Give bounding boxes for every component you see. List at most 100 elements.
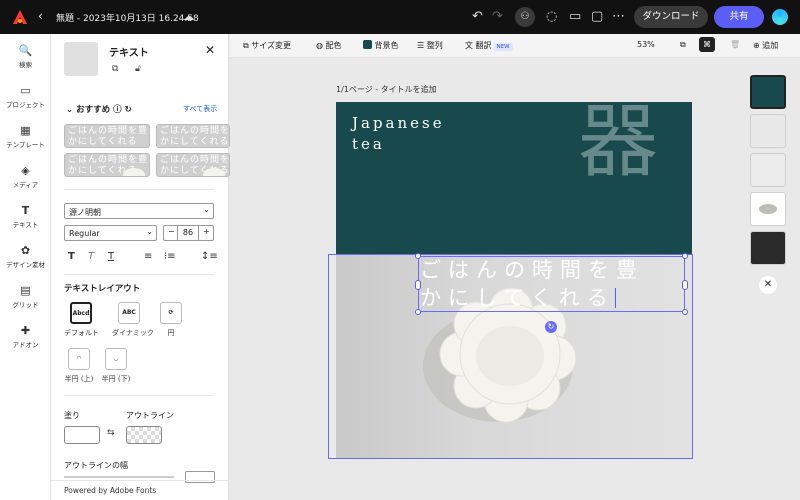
more-icon[interactable]: ⋯ <box>612 9 625 24</box>
color-swatch-icon <box>363 40 372 49</box>
page-thumbnail[interactable] <box>750 192 786 226</box>
minus-icon[interactable]: − <box>168 227 175 236</box>
layout-dynamic[interactable]: ABC ダイナミック <box>112 302 154 338</box>
rotate-icon[interactable]: ↻ <box>545 321 557 333</box>
close-icon[interactable]: ✕ <box>205 43 215 57</box>
close-icon[interactable]: ✕ <box>759 276 777 294</box>
plus-icon[interactable]: + <box>203 227 210 236</box>
add-icon: ⊕ <box>753 41 760 50</box>
recommend-header[interactable]: ⌄ おすすめ ⓘ ↻ <box>66 103 132 115</box>
add-button[interactable]: ⊕ 追加 <box>753 40 778 51</box>
shapes-icon: ✿ <box>20 244 31 257</box>
text-selection-box[interactable] <box>418 256 685 312</box>
rail-search[interactable]: 🔍 検索 <box>0 44 51 69</box>
chevron-down-icon: ⌄ <box>66 105 74 115</box>
rail-projects[interactable]: ▭ プロジェクト <box>0 84 51 109</box>
comment-icon[interactable]: ▭ <box>569 9 581 24</box>
layout-half-circle-top[interactable]: ◠ 半円 (上) <box>62 348 96 384</box>
fill-swatch[interactable] <box>64 426 100 444</box>
outline-width-label: アウトラインの幅 <box>64 461 128 470</box>
page-thumbnail[interactable] <box>750 231 786 265</box>
resize-handle[interactable] <box>682 253 688 259</box>
text-style-tile[interactable]: ごはんの時間を豊かにしてくれる <box>64 153 150 177</box>
folder-icon: ▭ <box>20 84 31 97</box>
user-avatar[interactable] <box>772 9 788 25</box>
top-bar: ‹ 無題 - 2023年10月13日 16.24.58 ☁ ↶ ↷ ⚇ ◌ ▭ … <box>0 0 800 34</box>
media-icon: ◈ <box>21 164 30 177</box>
duplicate-icon[interactable]: ⧉ <box>112 64 118 74</box>
heading-japanese-tea[interactable]: Japanese tea <box>352 113 445 155</box>
resize-handle[interactable] <box>415 309 421 315</box>
text-panel: テキスト ✕ ⧉ 🔓︎ ⌄ おすすめ ⓘ ↻ すべて表示 ごはんの時間を豊 かにし… <box>51 34 230 500</box>
resize-handle[interactable] <box>682 280 688 290</box>
text-underline-icon[interactable]: T <box>108 251 114 262</box>
font-weight-select[interactable]: Regular ⌄ <box>64 225 157 241</box>
trash-icon[interactable]: 🗑︎ <box>730 40 740 49</box>
page-thumbnail[interactable] <box>750 75 786 109</box>
template-icon: ▦ <box>20 124 31 137</box>
lock-icon[interactable]: 🔓︎ <box>135 64 141 74</box>
text-thumbnail <box>64 42 98 76</box>
resize-button[interactable]: ⧉ サイズ変更 <box>243 40 291 51</box>
text-italic-icon[interactable]: T <box>88 251 94 262</box>
share-button[interactable]: 共有 <box>714 6 764 28</box>
page-breadcrumb[interactable]: 1/1ページ - タイトルを追加 <box>336 84 437 95</box>
rail-design-elements[interactable]: ✿ デザイン素材 <box>0 244 51 269</box>
layout-circle[interactable]: ⟳ 円 <box>154 302 188 338</box>
resize-handle[interactable] <box>415 253 421 259</box>
see-all-link[interactable]: すべて表示 <box>183 104 217 114</box>
rail-addons[interactable]: ✚ アドオン <box>0 324 51 349</box>
rail-media[interactable]: ◈ メディア <box>0 164 51 189</box>
search-icon: 🔍 <box>18 44 33 57</box>
line-spacing-icon[interactable]: ↕≡ <box>201 251 218 262</box>
layout-default[interactable]: Abcd デフォルト <box>64 302 99 338</box>
arc-top-icon: ◠ <box>68 348 90 370</box>
outline-swatch[interactable] <box>126 426 162 444</box>
plate-image <box>123 168 145 176</box>
invite-icon[interactable]: ⚇ <box>515 7 535 27</box>
palette-button[interactable]: ◍ 配色 <box>316 40 342 51</box>
background-color-button[interactable]: 背景色 <box>363 40 399 51</box>
back-icon[interactable]: ‹ <box>38 9 43 23</box>
translate-button[interactable]: 文 翻訳 NEW <box>465 40 513 51</box>
text-style-tile[interactable]: ごはんの時間を豊かにしてくれる <box>156 153 230 177</box>
kanji-text[interactable]: 器 <box>578 102 658 182</box>
layers-icon[interactable]: ⧉ <box>680 40 686 50</box>
list-icon[interactable]: ⁝≡ <box>164 251 176 262</box>
download-button[interactable]: ダウンロード <box>634 6 708 28</box>
chevron-down-icon: ⌄ <box>203 205 210 214</box>
grid-toggle-icon[interactable]: ⌘ <box>699 37 715 52</box>
left-rail: 🔍 検索 ▭ プロジェクト ▦ テンプレート ◈ メディア T テキスト ✿ デザイン素材 … <box>0 34 51 500</box>
adobe-express-logo[interactable] <box>12 9 28 25</box>
resize-handle[interactable] <box>415 280 421 290</box>
font-family-select[interactable]: 源ノ明朝 ⌄ <box>64 203 214 219</box>
page-thumbnail[interactable] <box>750 153 786 187</box>
arrange-icon: ☰ <box>417 41 425 50</box>
document-title[interactable]: 無題 - 2023年10月13日 16.24.58 <box>56 11 199 24</box>
font-size-stepper[interactable]: − 86 + <box>163 225 214 241</box>
grid-icon: ▤ <box>20 284 31 297</box>
resize-handle[interactable] <box>682 309 688 315</box>
divider <box>64 395 214 396</box>
layout-half-circle-bottom[interactable]: ◡ 半円 (下) <box>99 348 133 384</box>
rail-grid[interactable]: ▤ グリッド <box>0 284 51 309</box>
page-thumbnail[interactable] <box>750 114 786 148</box>
swap-icon[interactable]: ⇆ <box>107 428 115 438</box>
text-bold-icon[interactable]: T <box>68 251 75 262</box>
text-layout-heading: テキストレイアウト <box>64 284 141 294</box>
zoom-level[interactable]: 53% <box>637 40 655 49</box>
text-style-tile[interactable]: ごはんの時間を豊かにしてくれる <box>64 124 150 148</box>
rail-templates[interactable]: ▦ テンプレート <box>0 124 51 149</box>
idea-icon[interactable]: ◌ <box>546 9 557 24</box>
rail-text[interactable]: T テキスト <box>0 204 51 229</box>
refresh-icon[interactable]: ↻ <box>125 105 132 115</box>
align-left-icon[interactable]: ≡ <box>144 251 152 262</box>
divider <box>64 274 214 275</box>
redo-icon[interactable]: ↷ <box>492 9 503 24</box>
undo-icon[interactable]: ↶ <box>472 9 483 24</box>
font-size-value[interactable]: 86 <box>177 226 199 240</box>
outline-width-slider[interactable] <box>64 476 174 478</box>
chat-icon[interactable]: ▢ <box>591 9 603 24</box>
text-style-tile[interactable]: ごはんの時間を豊かにしてくれる <box>156 124 230 148</box>
arrange-button[interactable]: ☰ 整列 <box>417 40 443 51</box>
